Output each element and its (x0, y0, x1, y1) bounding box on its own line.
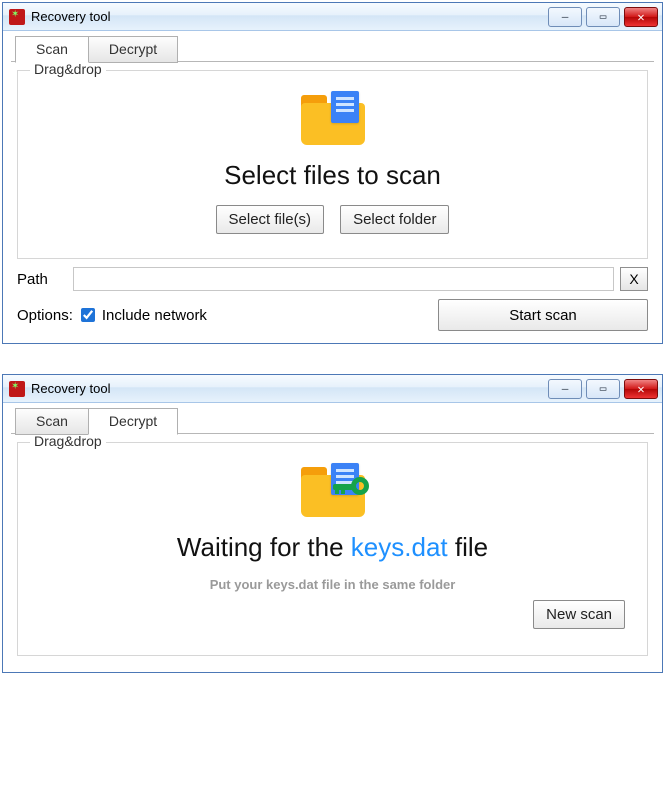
app-icon (9, 9, 25, 25)
client-area: Scan Decrypt Drag&drop Waiting for the k… (3, 403, 662, 672)
folder-document-icon (301, 91, 365, 145)
dragdrop-legend: Drag&drop (30, 433, 106, 449)
minimize-button[interactable]: — (548, 7, 582, 27)
window-decrypt: Recovery tool — ▭ ✕ Scan Decrypt Drag&dr… (2, 374, 663, 673)
close-button[interactable]: ✕ (624, 379, 658, 399)
minimize-button[interactable]: — (548, 379, 582, 399)
titlebar[interactable]: Recovery tool — ▭ ✕ (3, 375, 662, 403)
client-area: Scan Decrypt Drag&drop Select files to s… (3, 31, 662, 343)
heading-prefix: Waiting for the (177, 532, 351, 562)
scan-heading: Select files to scan (38, 160, 627, 191)
window-title: Recovery tool (31, 9, 110, 24)
maximize-button[interactable]: ▭ (586, 379, 620, 399)
options-label: Options: (17, 307, 73, 324)
tab-bar: Scan Decrypt (11, 31, 654, 62)
heading-suffix: file (448, 532, 488, 562)
window-scan: Recovery tool — ▭ ✕ Scan Decrypt Drag&dr… (2, 2, 663, 344)
new-scan-button[interactable]: New scan (533, 600, 625, 629)
window-controls: — ▭ ✕ (548, 379, 658, 399)
clear-path-button[interactable]: X (620, 267, 648, 291)
maximize-button[interactable]: ▭ (586, 7, 620, 27)
start-scan-button[interactable]: Start scan (438, 299, 648, 331)
heading-keyfile: keys.dat (351, 532, 448, 562)
tab-decrypt[interactable]: Decrypt (88, 408, 178, 435)
path-input[interactable] (73, 267, 614, 291)
select-folder-button[interactable]: Select folder (340, 205, 449, 234)
path-row: Path X (17, 267, 648, 291)
window-title: Recovery tool (31, 381, 110, 396)
dragdrop-group: Drag&drop Select files to scan Select fi… (17, 70, 648, 259)
tab-bar: Scan Decrypt (11, 403, 654, 434)
decrypt-subtext: Put your keys.dat file in the same folde… (38, 577, 627, 592)
app-icon (9, 381, 25, 397)
drop-zone[interactable]: Waiting for the keys.dat file Put your k… (28, 451, 637, 641)
include-network-label: Include network (102, 307, 207, 324)
drop-zone[interactable]: Select files to scan Select file(s) Sele… (28, 79, 637, 244)
tab-scan[interactable]: Scan (15, 408, 89, 435)
select-button-row: Select file(s) Select folder (38, 205, 627, 234)
titlebar[interactable]: Recovery tool — ▭ ✕ (3, 3, 662, 31)
dragdrop-legend: Drag&drop (30, 61, 106, 77)
folder-key-icon (301, 463, 365, 517)
new-scan-row: New scan (40, 600, 625, 629)
decrypt-heading: Waiting for the keys.dat file (38, 532, 627, 563)
window-controls: — ▭ ✕ (548, 7, 658, 27)
bottom-row: Options: Include network Start scan (17, 299, 648, 331)
include-network-checkbox[interactable] (81, 308, 95, 322)
dragdrop-group: Drag&drop Waiting for the keys.dat file … (17, 442, 648, 656)
options-group: Options: Include network (17, 305, 207, 325)
tab-scan[interactable]: Scan (15, 36, 89, 63)
tab-decrypt[interactable]: Decrypt (88, 36, 178, 63)
close-button[interactable]: ✕ (624, 7, 658, 27)
select-files-button[interactable]: Select file(s) (216, 205, 325, 234)
path-label: Path (17, 271, 67, 288)
